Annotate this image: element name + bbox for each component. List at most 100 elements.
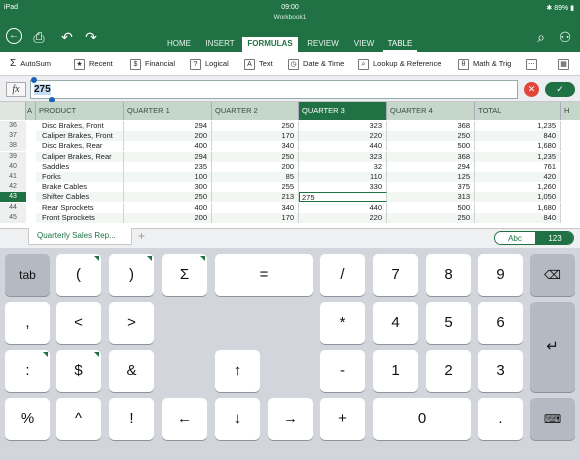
tab-review[interactable]: REVIEW: [303, 37, 343, 52]
math-trig-button[interactable]: θ Math & Trig: [458, 52, 511, 76]
column-q4-header[interactable]: QUARTER 4: [387, 102, 475, 120]
cell-q2[interactable]: 213: [212, 192, 299, 202]
row-number[interactable]: 36: [0, 121, 26, 131]
percent-key[interactable]: %: [5, 398, 50, 440]
cell-total[interactable]: 1,235: [475, 121, 561, 131]
spreadsheet-grid[interactable]: A PRODUCT QUARTER 1 QUARTER 2 QUARTER 3 …: [0, 102, 580, 228]
column-q1-header[interactable]: QUARTER 1: [124, 102, 212, 120]
zero-key[interactable]: 0: [373, 398, 471, 440]
arrow-down-key[interactable]: ↓: [215, 398, 260, 440]
tab-insert[interactable]: INSERT: [200, 37, 240, 52]
row-number[interactable]: 43: [0, 192, 26, 202]
cell-q1[interactable]: 294: [124, 152, 212, 162]
cell-q1[interactable]: 294: [124, 121, 212, 131]
cell-q1[interactable]: 200: [124, 131, 212, 141]
row-number[interactable]: 39: [0, 152, 26, 162]
cell-q2[interactable]: 340: [212, 141, 299, 151]
three-key[interactable]: 3: [478, 350, 523, 392]
backspace-key[interactable]: ⌫: [530, 254, 575, 296]
sigma-key[interactable]: Σ: [162, 254, 207, 296]
file-icon[interactable]: ⎙: [30, 28, 48, 46]
left-paren-key[interactable]: (: [56, 254, 101, 296]
redo-icon[interactable]: ↷: [82, 28, 100, 46]
confirm-edit-button[interactable]: ✓: [545, 82, 575, 97]
cell-product[interactable]: Shifter Cables: [36, 192, 124, 202]
column-q2-header[interactable]: QUARTER 2: [212, 102, 299, 120]
cell-q3[interactable]: 110: [299, 172, 387, 182]
cell-product[interactable]: Forks: [36, 172, 124, 182]
right-paren-key[interactable]: ): [109, 254, 154, 296]
text-button[interactable]: A Text: [244, 52, 273, 76]
eight-key[interactable]: 8: [426, 254, 471, 296]
six-key[interactable]: 6: [478, 302, 523, 344]
formula-input[interactable]: 275: [30, 80, 518, 99]
cell-product[interactable]: Rear Sprockets: [36, 203, 124, 213]
row-number[interactable]: 40: [0, 162, 26, 172]
cell-q3[interactable]: 220: [299, 131, 387, 141]
five-key[interactable]: 5: [426, 302, 471, 344]
four-key[interactable]: 4: [373, 302, 418, 344]
cell-q3[interactable]: 323: [299, 121, 387, 131]
cell-q2[interactable]: 85: [212, 172, 299, 182]
logical-button[interactable]: ? Logical: [190, 52, 229, 76]
cell-total[interactable]: 840: [475, 213, 561, 223]
enter-key[interactable]: ↵: [530, 302, 575, 392]
tab-home[interactable]: HOME: [160, 37, 198, 52]
cell-q4[interactable]: 368: [387, 121, 475, 131]
plus-key[interactable]: +: [320, 398, 365, 440]
dollar-key[interactable]: $: [56, 350, 101, 392]
cell-q4[interactable]: 375: [387, 182, 475, 192]
column-a-header[interactable]: A: [26, 102, 36, 120]
cell-product[interactable]: Disc Brakes, Rear: [36, 141, 124, 151]
cell-total[interactable]: 1,050: [475, 192, 561, 202]
cell-q1[interactable]: 300: [124, 182, 212, 192]
search-icon[interactable]: ⌕: [532, 28, 550, 46]
abc-keyboard-toggle[interactable]: Abc: [495, 232, 535, 244]
cell-q1[interactable]: 235: [124, 162, 212, 172]
colon-key[interactable]: :: [5, 350, 50, 392]
ampersand-key[interactable]: &: [109, 350, 154, 392]
row-number[interactable]: 38: [0, 141, 26, 151]
cell-q4[interactable]: 250: [387, 131, 475, 141]
cell-product[interactable]: Disc Brakes, Front: [36, 121, 124, 131]
cell-q4[interactable]: 250: [387, 213, 475, 223]
date-time-button[interactable]: ◷ Date & Time: [288, 52, 344, 76]
tab-view[interactable]: VIEW: [348, 37, 380, 52]
selection-handle-start[interactable]: [31, 77, 37, 83]
cell-q2[interactable]: 250: [212, 121, 299, 131]
cell-q4[interactable]: 500: [387, 203, 475, 213]
seven-key[interactable]: 7: [373, 254, 418, 296]
column-h-header[interactable]: H: [561, 102, 580, 120]
cell-q3[interactable]: 440: [299, 203, 387, 213]
column-total-header[interactable]: TOTAL: [475, 102, 561, 120]
cell-q1[interactable]: 400: [124, 141, 212, 151]
equals-key[interactable]: =: [215, 254, 313, 296]
cell-q2[interactable]: 340: [212, 203, 299, 213]
greater-than-key[interactable]: >: [109, 302, 154, 344]
numeric-keyboard-toggle[interactable]: 123: [535, 232, 573, 244]
active-cell[interactable]: 275: [299, 192, 387, 202]
column-q3-header[interactable]: QUARTER 3: [299, 102, 387, 120]
tab-table[interactable]: TABLE: [383, 37, 417, 52]
cell-q4[interactable]: 125: [387, 172, 475, 182]
slash-key[interactable]: /: [320, 254, 365, 296]
row-number[interactable]: 37: [0, 131, 26, 141]
cell-total[interactable]: 1,260: [475, 182, 561, 192]
corner-cell[interactable]: [0, 102, 26, 120]
cell-product[interactable]: Brake Cables: [36, 182, 124, 192]
cell-product[interactable]: Caliper Brakes, Front: [36, 131, 124, 141]
cell-total[interactable]: 1,235: [475, 152, 561, 162]
cell-q4[interactable]: 368: [387, 152, 475, 162]
cell-q2[interactable]: 250: [212, 152, 299, 162]
less-than-key[interactable]: <: [56, 302, 101, 344]
cell-total[interactable]: 840: [475, 131, 561, 141]
workbook-name[interactable]: Workbook1: [0, 14, 580, 21]
exclamation-key[interactable]: !: [109, 398, 154, 440]
tab-formulas[interactable]: FORMULAS: [242, 37, 298, 52]
column-product-header[interactable]: PRODUCT: [36, 102, 124, 120]
cell-q1[interactable]: 200: [124, 213, 212, 223]
cell-product[interactable]: Saddles: [36, 162, 124, 172]
cell-q4[interactable]: 313: [387, 192, 475, 202]
cell-q1[interactable]: 400: [124, 203, 212, 213]
cell-total[interactable]: 1,680: [475, 141, 561, 151]
